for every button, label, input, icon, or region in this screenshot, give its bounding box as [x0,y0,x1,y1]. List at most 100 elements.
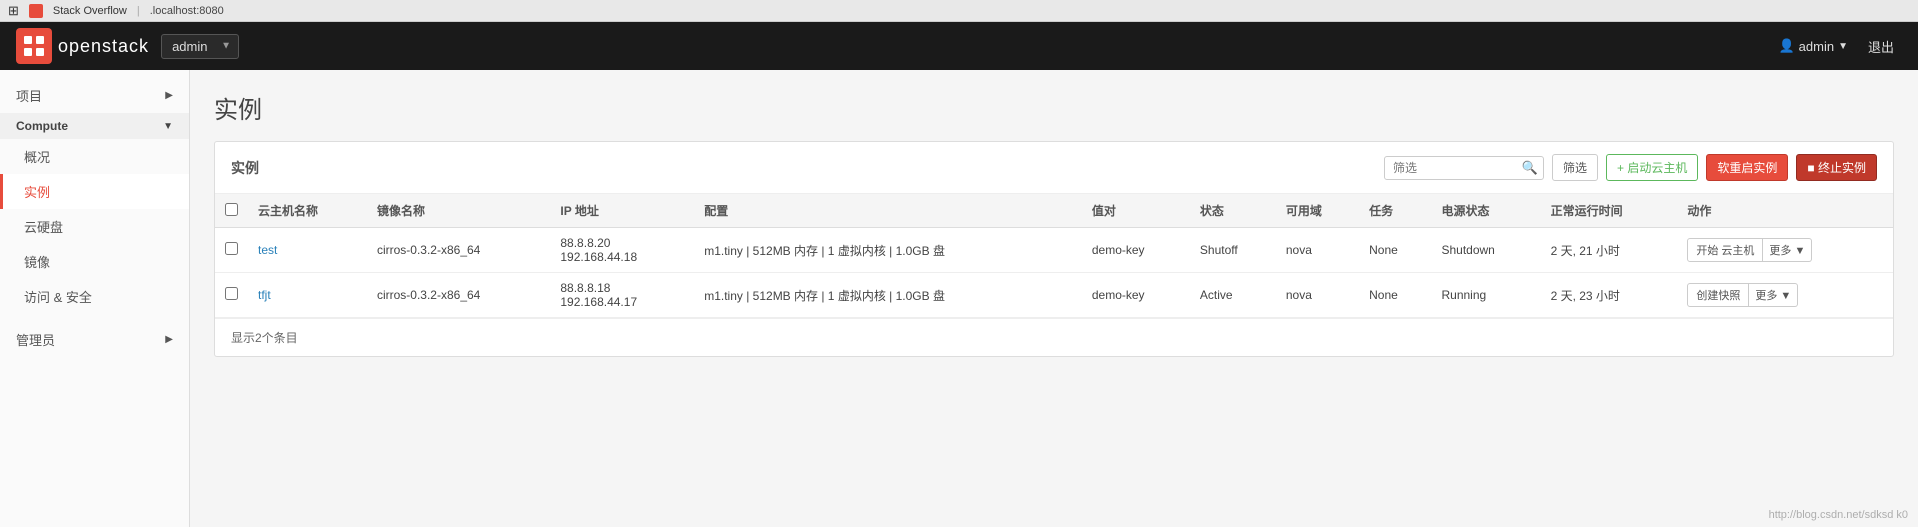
main-layout: 项目 ▶ Compute ▼ 概况 实例 云硬盘 镜像 访问 & 安全 管理员 … [0,70,1918,527]
browser-tab-title: Stack Overflow [53,5,127,17]
row-status-0: Shutoff [1190,228,1276,273]
row-ip-1: 88.8.8.18 192.168.44.17 [550,273,694,318]
select-all-checkbox[interactable] [225,203,238,216]
openstack-logo: openstack [16,28,149,64]
top-nav-right: 👤 admin ▼ 退出 [1778,33,1902,60]
user-icon: 👤 [1778,38,1794,54]
launch-instance-button[interactable]: + 启动云主机 [1606,154,1698,181]
row-status-1: Active [1190,273,1276,318]
sidebar: 项目 ▶ Compute ▼ 概况 实例 云硬盘 镜像 访问 & 安全 管理员 … [0,70,190,527]
instances-panel: 实例 🔍 筛选 + 启动云主机 软重启实例 ■ 终止实例 [214,141,1894,357]
row-power-1: Running [1431,273,1540,318]
row-keypair-0: demo-key [1082,228,1190,273]
sidebar-item-volumes[interactable]: 云硬盘 [0,209,189,244]
row-flavor-1: m1.tiny | 512MB 内存 | 1 虚拟内核 | 1.0GB 盘 [694,273,1082,318]
row-az-1: nova [1276,273,1359,318]
terminate-instance-button[interactable]: ■ 终止实例 [1796,154,1877,181]
watermark: http://blog.csdn.net/sdksd k0 [1769,509,1908,521]
action-more-btn-0[interactable]: 更多 ▼ [1763,238,1812,262]
logo-text: openstack [58,36,149,57]
row-actions-0: 开始 云主机 更多 ▼ [1677,228,1893,273]
col-header-power: 电源状态 [1431,194,1540,228]
instance-name-link-0[interactable]: test [258,243,277,257]
sidebar-compute-group[interactable]: Compute ▼ [0,113,189,139]
row-checkbox-cell [215,228,248,273]
top-navigation: openstack admin ▼ 👤 admin ▼ 退出 [0,22,1918,70]
select-all-header [215,194,248,228]
col-header-flavor: 配置 [694,194,1082,228]
instances-table: 云主机名称 镜像名称 IP 地址 配置 值对 状态 可用域 任务 电源状态 正常… [215,194,1893,318]
sidebar-admin-section: 管理员 ▶ [0,322,189,357]
table-row: tfjt cirros-0.3.2-x86_64 88.8.8.18 192.1… [215,273,1893,318]
panel-title: 实例 [231,158,259,178]
sidebar-item-images[interactable]: 镜像 [0,244,189,279]
action-group-0: 开始 云主机 更多 ▼ [1687,238,1883,262]
row-task-0: None [1359,228,1431,273]
row-power-0: Shutdown [1431,228,1540,273]
exit-button[interactable]: 退出 [1860,33,1902,60]
sidebar-project-header[interactable]: 项目 ▶ [0,78,189,113]
row-flavor-0: m1.tiny | 512MB 内存 | 1 虚拟内核 | 1.0GB 盘 [694,228,1082,273]
browser-url: .localhost:8080 [150,5,224,17]
browser-favicon [29,4,43,18]
project-label: 项目 [16,86,42,105]
row-image-0: cirros-0.3.2-x86_64 [367,228,550,273]
compute-label: Compute [16,119,68,133]
sidebar-admin-header[interactable]: 管理员 ▶ [0,322,189,357]
col-header-action: 动作 [1677,194,1893,228]
row-checkbox-1[interactable] [225,287,238,300]
admin-label: 管理员 [16,330,55,349]
chevron-down-icon: ▼ [163,121,173,132]
item-count: 显示2个条目 [231,331,298,345]
browser-separator: | [137,5,140,17]
col-header-ip: IP 地址 [550,194,694,228]
row-uptime-1: 2 天, 23 小时 [1541,273,1678,318]
row-image-1: cirros-0.3.2-x86_64 [367,273,550,318]
sidebar-item-access[interactable]: 访问 & 安全 [0,279,189,314]
action-primary-btn-0[interactable]: 开始 云主机 [1687,238,1763,262]
row-ip-0: 88.8.8.20 192.168.44.18 [550,228,694,273]
table-footer: 显示2个条目 [215,318,1893,356]
admin-dropdown-wrapper[interactable]: admin ▼ [161,34,239,59]
logo-icon [16,28,52,64]
page-title: 实例 [214,90,1894,125]
reboot-instance-button[interactable]: 软重启实例 [1706,154,1788,181]
row-keypair-1: demo-key [1082,273,1190,318]
col-header-image: 镜像名称 [367,194,550,228]
top-nav-left: openstack admin ▼ [16,28,239,64]
col-header-name: 云主机名称 [248,194,367,228]
row-checkbox-cell [215,273,248,318]
search-wrapper: 🔍 [1384,156,1544,180]
panel-header: 实例 🔍 筛选 + 启动云主机 软重启实例 ■ 终止实例 [215,142,1893,194]
row-name-1: tfjt [248,273,367,318]
user-dropdown-icon: ▼ [1838,41,1848,52]
filter-button[interactable]: 筛选 [1552,154,1598,181]
browser-bar: ⊞ Stack Overflow | .localhost:8080 [0,0,1918,22]
instance-name-link-1[interactable]: tfjt [258,288,271,302]
table-header-row: 云主机名称 镜像名称 IP 地址 配置 值对 状态 可用域 任务 电源状态 正常… [215,194,1893,228]
admin-user-menu[interactable]: 👤 admin ▼ [1778,38,1848,54]
chevron-right-icon: ▶ [165,90,173,101]
col-header-uptime: 正常运行时间 [1541,194,1678,228]
search-icon-button[interactable]: 🔍 [1522,160,1538,176]
panel-actions: 🔍 筛选 + 启动云主机 软重启实例 ■ 终止实例 [1384,154,1877,181]
table-row: test cirros-0.3.2-x86_64 88.8.8.20 192.1… [215,228,1893,273]
row-checkbox-0[interactable] [225,242,238,255]
chevron-right-icon-admin: ▶ [165,334,173,345]
action-primary-btn-1[interactable]: 创建快照 [1687,283,1749,307]
app-grid-icon: ⊞ [8,3,19,19]
action-more-btn-1[interactable]: 更多 ▼ [1749,283,1798,307]
row-actions-1: 创建快照 更多 ▼ [1677,273,1893,318]
col-header-task: 任务 [1359,194,1431,228]
action-group-1: 创建快照 更多 ▼ [1687,283,1883,307]
col-header-status: 状态 [1190,194,1276,228]
sidebar-item-instances[interactable]: 实例 [0,174,189,209]
col-header-az: 可用域 [1276,194,1359,228]
admin-dropdown[interactable]: admin [161,34,239,59]
row-uptime-0: 2 天, 21 小时 [1541,228,1678,273]
row-az-0: nova [1276,228,1359,273]
sidebar-item-overview[interactable]: 概况 [0,139,189,174]
search-input[interactable] [1384,156,1544,180]
row-task-1: None [1359,273,1431,318]
admin-username: admin [1799,39,1834,54]
